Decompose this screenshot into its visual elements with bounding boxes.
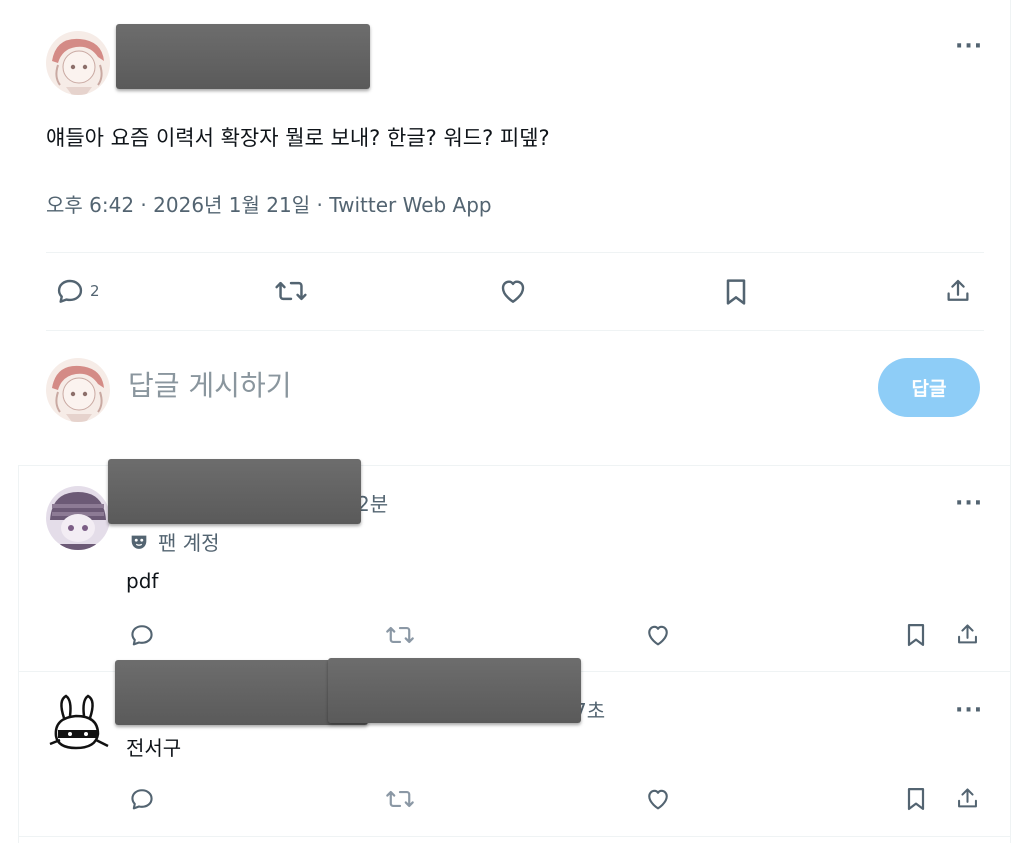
retweet-icon — [275, 281, 307, 301]
bookmark-icon — [907, 787, 925, 811]
badge-label: 팬 계정 — [158, 531, 220, 555]
more-icon[interactable]: ··· — [955, 36, 983, 58]
reply-button[interactable] — [128, 621, 156, 649]
bookmark-icon — [726, 279, 746, 305]
more-icon[interactable]: ··· — [955, 700, 983, 722]
reply-icon — [131, 625, 153, 646]
share-button[interactable] — [954, 620, 981, 649]
reply-avatar[interactable] — [46, 486, 110, 550]
my-avatar[interactable] — [46, 358, 110, 422]
reply-avatar[interactable] — [46, 692, 110, 756]
retweet-icon — [386, 790, 414, 808]
tweet-text: 얘들아 요즘 이력서 확장자 뭘로 보내? 한글? 워드? 피뎊? — [46, 126, 550, 150]
retweet-button[interactable] — [385, 621, 415, 649]
reply-count: 2 — [90, 282, 100, 300]
like-button[interactable] — [644, 785, 672, 813]
share-icon — [958, 788, 977, 808]
share-icon — [947, 279, 969, 301]
share-button[interactable] — [943, 275, 973, 307]
retweet-button[interactable] — [274, 275, 308, 307]
reply-handle-redacted — [328, 658, 581, 723]
right-border — [1010, 0, 1011, 843]
reply-author-redacted — [108, 459, 361, 524]
reply-time[interactable]: 2분 — [357, 488, 388, 517]
like-icon — [648, 789, 668, 810]
bookmark-icon — [907, 623, 925, 647]
divider — [46, 330, 984, 331]
divider — [46, 252, 984, 253]
reply-submit-button[interactable]: 답글 — [878, 358, 980, 417]
bookmark-button[interactable] — [902, 620, 930, 650]
reply-icon — [131, 789, 153, 810]
reply-button[interactable] — [128, 785, 156, 813]
like-icon — [648, 625, 668, 646]
bookmark-button[interactable] — [902, 784, 930, 814]
like-button[interactable] — [497, 275, 529, 307]
reply-icon — [57, 279, 83, 303]
like-button[interactable] — [644, 621, 672, 649]
author-name-redacted — [116, 24, 370, 89]
reply-text: 전서구 — [126, 736, 182, 760]
divider — [18, 836, 1010, 837]
reply-text: pdf — [126, 569, 159, 593]
share-icon — [958, 624, 977, 644]
reply-input[interactable]: 답글 게시하기 — [128, 368, 291, 404]
mask-icon — [131, 535, 147, 549]
reply-button[interactable]: 2 — [54, 275, 100, 307]
like-icon — [501, 280, 525, 303]
left-border — [18, 466, 19, 843]
tweet-meta[interactable]: 오후 6:42 · 2026년 1월 21일 · Twitter Web App — [46, 192, 492, 218]
bookmark-button[interactable] — [720, 275, 752, 309]
author-avatar[interactable] — [46, 31, 110, 95]
share-button[interactable] — [954, 784, 981, 813]
fan-account-badge: 팬 계정 — [128, 527, 220, 556]
more-icon[interactable]: ··· — [955, 493, 983, 515]
retweet-button[interactable] — [385, 785, 415, 813]
retweet-icon — [386, 626, 414, 644]
